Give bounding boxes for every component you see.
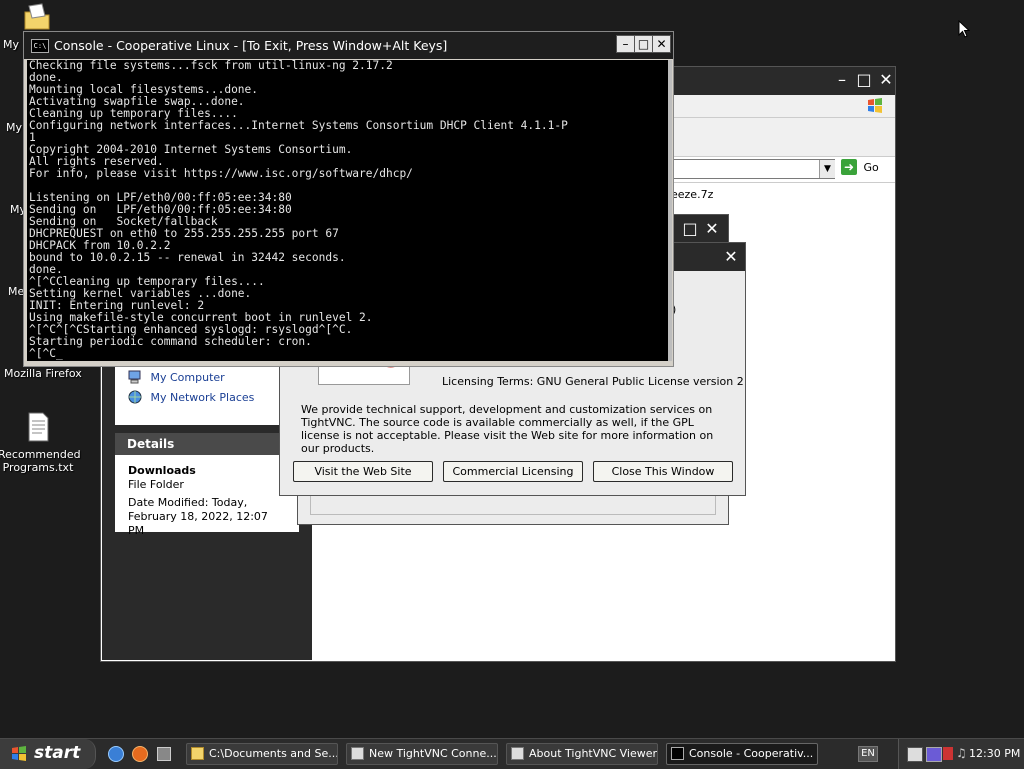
desktop-icon-my-documents[interactable]	[22, 2, 52, 32]
task-new-connection[interactable]: New TightVNC Conne...	[346, 743, 498, 765]
taskbar: start C:\Documents and Se... New TightVN…	[0, 738, 1024, 769]
text-file-icon	[28, 412, 49, 442]
places-my-computer[interactable]: My Computer	[127, 369, 225, 385]
mouse-cursor-icon	[958, 20, 970, 38]
clock[interactable]: 12:30 PM	[969, 747, 1020, 760]
task-label: About TightVNC Viewer	[529, 747, 658, 760]
places-label: My Network Places	[150, 390, 255, 404]
new-connection-inner-panel	[310, 495, 716, 515]
places-my-network[interactable]: My Network Places	[127, 389, 254, 405]
address-bar[interactable]	[671, 159, 835, 179]
desktop-icon-firefox-label[interactable]: Mozilla Firefox	[4, 367, 82, 380]
console-icon	[671, 747, 684, 760]
network-icon	[128, 390, 142, 404]
vnc-icon	[351, 747, 364, 760]
file-item-partial[interactable]: eeze.7z	[671, 188, 713, 201]
console-output[interactable]: Checking file systems...fsck from util-l…	[27, 60, 668, 361]
console-app-icon: C:\	[31, 39, 49, 53]
desktop-icon-label-2[interactable]: My	[6, 121, 22, 134]
start-button[interactable]: start	[0, 739, 96, 769]
details-type: File Folder	[128, 478, 184, 491]
console-text: Checking file systems...fsck from util-l…	[29, 60, 568, 360]
go-button[interactable]: ➜ Go	[841, 159, 885, 179]
details-header-label: Details	[127, 437, 175, 451]
console-maximize-button[interactable]: □	[634, 35, 653, 53]
system-tray: ♫ 12:30 PM	[898, 739, 1024, 769]
details-panel: Downloads File Folder Date Modified: Tod…	[115, 455, 299, 537]
start-label: start	[34, 743, 81, 763]
desktop-icon-label-4[interactable]: Me	[8, 285, 24, 298]
computer-icon	[128, 370, 141, 384]
console-close-button[interactable]: ✕	[652, 35, 671, 53]
tray-network-icon[interactable]	[926, 747, 942, 762]
tray-volume-icon[interactable]: ♫	[956, 746, 967, 760]
go-arrow-icon: ➜	[841, 159, 857, 175]
details-header[interactable]: Details	[115, 433, 299, 455]
task-label: C:\Documents and Se...	[209, 747, 338, 760]
console-title-bar[interactable]: C:\ Console - Cooperative Linux - [To Ex…	[24, 32, 673, 59]
license-text: Licensing Terms: GNU General Public Lice…	[442, 375, 744, 388]
firefox-icon[interactable]	[132, 746, 148, 762]
ie-icon[interactable]	[108, 746, 124, 762]
media-icon[interactable]	[157, 747, 171, 761]
commercial-licensing-button[interactable]: Commercial Licensing	[443, 461, 583, 482]
explorer-minimize-button[interactable]: –	[832, 71, 852, 90]
vnc-icon	[511, 747, 524, 760]
close-this-window-button[interactable]: Close This Window	[593, 461, 733, 482]
details-modified: Date Modified: Today, February 18, 2022,…	[128, 496, 268, 537]
go-label: Go	[863, 160, 879, 174]
about-close-button[interactable]: ✕	[721, 248, 741, 267]
task-console[interactable]: Console - Cooperativ...	[666, 743, 818, 765]
explorer-close-button[interactable]: ✕	[876, 71, 896, 90]
desktop-icon-label: Recommended Programs.txt	[0, 448, 81, 474]
windows-flag-icon	[868, 98, 882, 113]
console-minimize-button[interactable]: –	[616, 35, 635, 53]
places-label: My Computer	[150, 370, 225, 384]
tray-vnc-icon[interactable]	[907, 747, 923, 762]
desktop-icon-recommended-programs[interactable]: Recommended Programs.txt	[0, 412, 81, 474]
tray-security-icon[interactable]	[943, 747, 953, 760]
console-scrollbar[interactable]	[668, 60, 672, 361]
task-explorer[interactable]: C:\Documents and Se...	[186, 743, 338, 765]
task-about-tightvnc[interactable]: About TightVNC Viewer	[506, 743, 658, 765]
windows-flag-icon	[12, 746, 26, 761]
console-window[interactable]: C:\ Console - Cooperative Linux - [To Ex…	[23, 31, 674, 367]
task-label: Console - Cooperativ...	[689, 747, 814, 760]
explorer-maximize-button[interactable]: □	[854, 71, 874, 90]
language-indicator[interactable]: EN	[858, 746, 878, 762]
new-connection-close-button[interactable]: ✕	[702, 220, 722, 239]
support-text: We provide technical support, developmen…	[301, 403, 714, 455]
folder-icon	[191, 747, 204, 760]
visit-web-site-button[interactable]: Visit the Web Site	[293, 461, 433, 482]
desktop-icon-label-1[interactable]: My	[3, 38, 19, 51]
console-title: Console - Cooperative Linux - [To Exit, …	[54, 38, 448, 53]
folder-icon	[24, 3, 50, 30]
task-label: New TightVNC Conne...	[369, 747, 497, 760]
address-dropdown-button[interactable]: ▼	[819, 160, 835, 178]
details-name: Downloads	[128, 464, 196, 477]
new-connection-maximize-button[interactable]: □	[680, 220, 700, 239]
